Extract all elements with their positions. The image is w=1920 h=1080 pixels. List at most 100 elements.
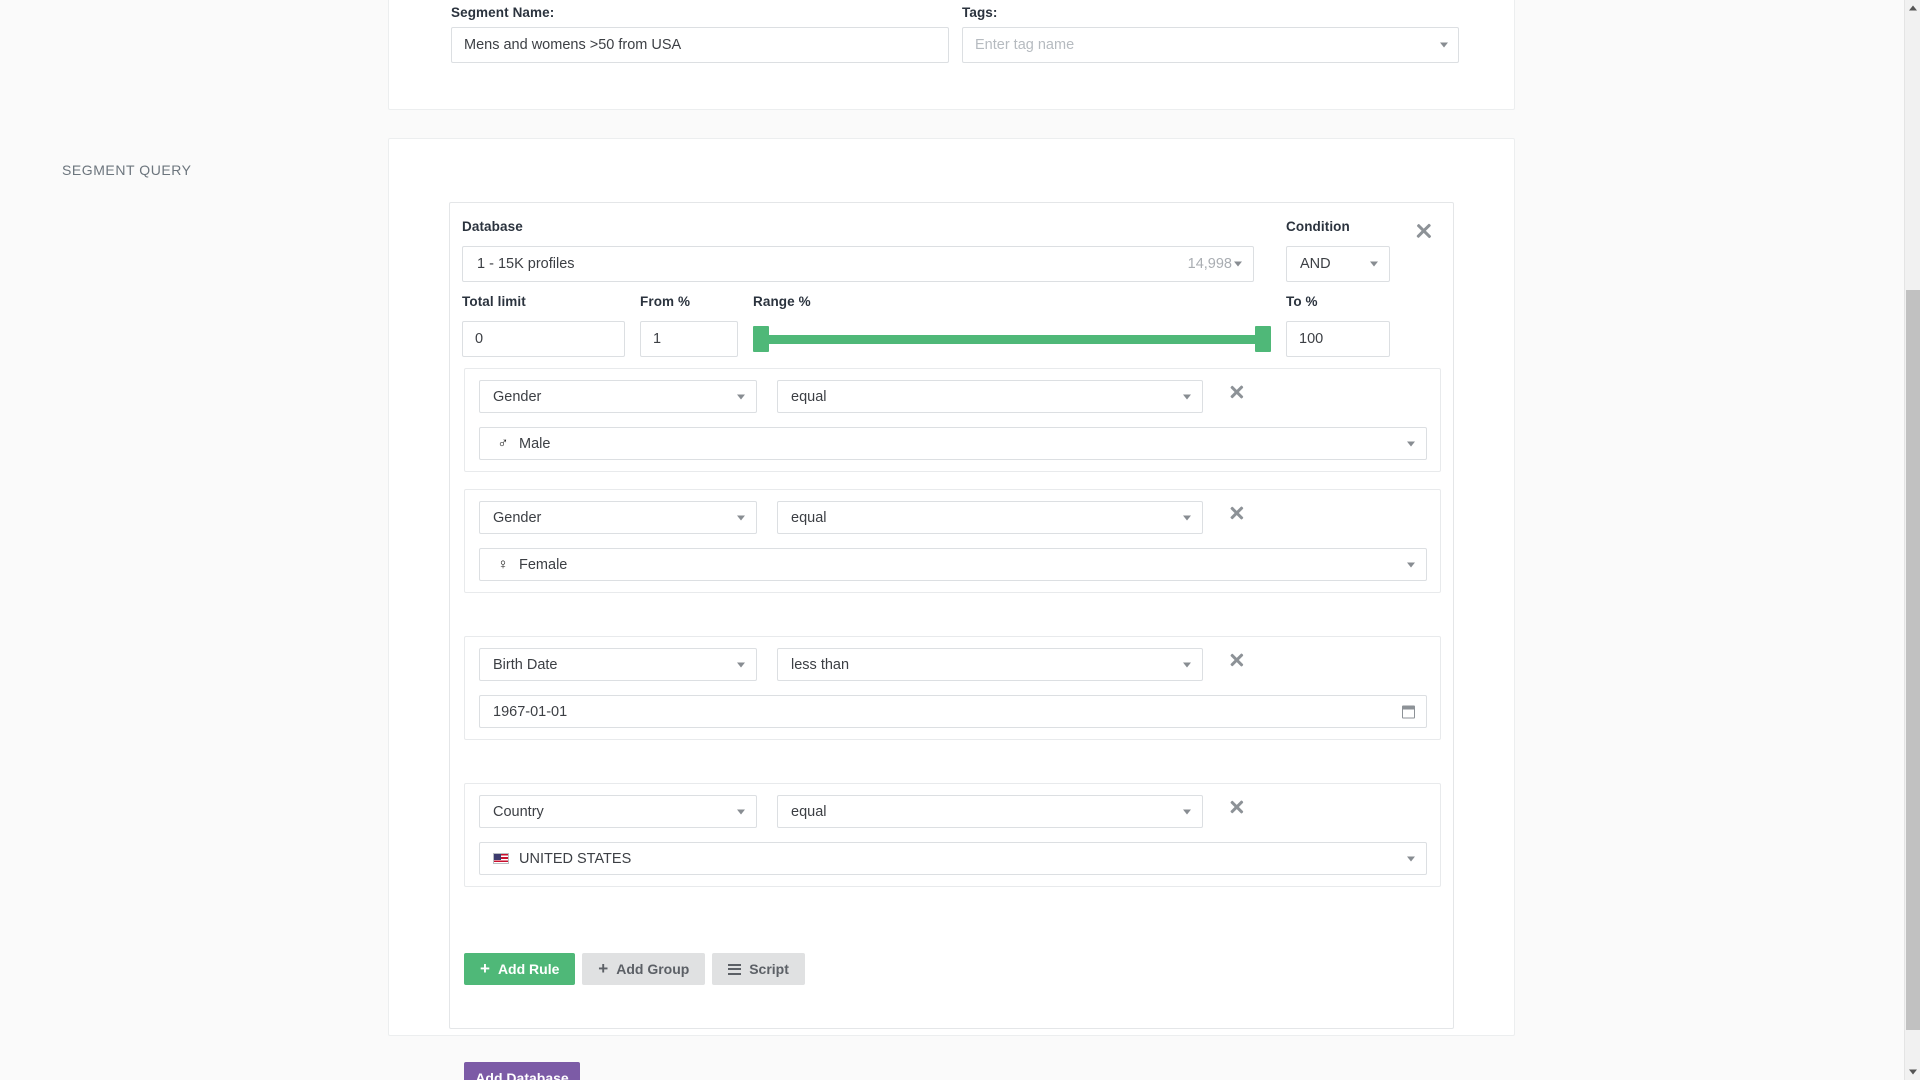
rule-operator-value: less than xyxy=(791,656,850,673)
rule-field-select[interactable]: Gender xyxy=(479,380,757,413)
script-button[interactable]: Script xyxy=(712,953,805,985)
add-rule-button[interactable]: + Add Rule xyxy=(464,953,576,985)
rule-operator-value: equal xyxy=(791,803,827,820)
section-title-segment-query: SEGMENT QUERY xyxy=(62,162,192,178)
rule-value-select[interactable]: UNITED STATES xyxy=(479,842,1427,875)
chevron-down-icon xyxy=(1183,809,1191,814)
chevron-down-icon xyxy=(737,394,745,399)
remove-rule-button[interactable] xyxy=(1227,503,1247,523)
range-percent-slider[interactable] xyxy=(753,326,1271,352)
to-percent-input[interactable] xyxy=(1286,321,1390,357)
tags-input[interactable] xyxy=(962,27,1459,63)
scroll-down-arrow-icon[interactable] xyxy=(1905,1064,1920,1080)
database-select[interactable]: 1 - 15K profiles 14,998 xyxy=(462,246,1254,282)
rule-field-select[interactable]: Country xyxy=(479,795,757,828)
remove-rule-button[interactable] xyxy=(1227,650,1247,670)
rule-field-select[interactable]: Birth Date xyxy=(479,648,757,681)
rule-field-value: Birth Date xyxy=(493,656,558,673)
plus-icon: + xyxy=(598,958,609,978)
tags-group: Tags: xyxy=(962,5,1459,63)
range-slider-handle-from[interactable] xyxy=(753,326,769,352)
range-percent-label: Range % xyxy=(753,294,811,309)
calendar-icon[interactable] xyxy=(1402,705,1415,718)
scroll-up-arrow-icon[interactable] xyxy=(1905,0,1920,16)
range-slider-handle-to[interactable] xyxy=(1255,326,1271,352)
rule-header: Country equal xyxy=(465,784,1440,836)
rule-operator-select[interactable]: equal xyxy=(777,501,1203,534)
close-icon xyxy=(1227,382,1247,402)
condition-select[interactable]: AND xyxy=(1286,246,1390,282)
rule-value-select[interactable]: ♀︎ Female xyxy=(479,548,1427,581)
rule-header: Gender equal xyxy=(465,369,1440,421)
segment-name-input[interactable] xyxy=(451,27,949,63)
rule-operator-select[interactable]: equal xyxy=(777,795,1203,828)
us-flag-icon xyxy=(493,853,509,864)
chevron-down-icon xyxy=(737,662,745,667)
database-group: Database 1 - 15K profiles 14,998 Conditi… xyxy=(449,202,1454,1029)
close-icon xyxy=(1227,503,1247,523)
chevron-down-icon xyxy=(1183,394,1191,399)
add-group-label: Add Group xyxy=(616,961,690,977)
chevron-down-icon xyxy=(1183,515,1191,520)
database-profile-count: 14,998 xyxy=(1187,256,1232,272)
segment-name-group: Segment Name: xyxy=(451,5,949,63)
rule-operator-select[interactable]: equal xyxy=(777,380,1203,413)
rule-value-text: UNITED STATES xyxy=(519,850,632,867)
list-icon xyxy=(728,963,742,975)
plus-icon: + xyxy=(480,958,490,978)
rule-value-text: Female xyxy=(519,556,568,573)
rule-value-text: Male xyxy=(519,435,551,452)
total-limit-input[interactable] xyxy=(462,321,625,357)
chevron-down-icon xyxy=(1234,261,1242,267)
rule-operator-value: equal xyxy=(791,509,827,526)
to-percent-label: To % xyxy=(1286,294,1318,309)
segment-name-card: Segment Name: Tags: xyxy=(388,0,1515,110)
add-group-button[interactable]: + Add Group xyxy=(582,953,706,985)
rule-row: Country equal UNITED STATES xyxy=(464,783,1441,887)
rule-operator-value: equal xyxy=(791,388,827,405)
add-database-button[interactable]: Add Database xyxy=(464,1062,580,1080)
tags-select-wrapper xyxy=(962,27,1459,63)
remove-rule-button[interactable] xyxy=(1227,797,1247,817)
rule-field-select[interactable]: Gender xyxy=(479,501,757,534)
rule-value-select[interactable]: ♂︎ Male xyxy=(479,427,1427,460)
female-person-icon: ♀︎ xyxy=(497,556,509,573)
script-label: Script xyxy=(749,961,789,977)
rule-operator-select[interactable]: less than xyxy=(777,648,1203,681)
add-rule-label: Add Rule xyxy=(497,961,560,977)
from-percent-label: From % xyxy=(640,294,691,309)
rule-field-value: Country xyxy=(493,803,544,820)
scrollbar-thumb[interactable] xyxy=(1906,290,1920,1030)
vertical-scrollbar[interactable] xyxy=(1904,0,1920,1080)
rule-header: Gender equal xyxy=(465,490,1440,542)
rule-date-input[interactable]: 1967-01-01 xyxy=(479,695,1427,728)
chevron-down-icon xyxy=(737,515,745,520)
male-person-icon: ♂︎ xyxy=(497,435,509,452)
rule-field-value: Gender xyxy=(493,388,542,405)
condition-label: Condition xyxy=(1286,219,1350,234)
rule-field-value: Gender xyxy=(493,509,542,526)
database-label: Database xyxy=(462,219,523,234)
rule-header: Birth Date less than xyxy=(465,637,1440,689)
remove-database-button[interactable] xyxy=(1413,220,1435,242)
condition-select-value: AND xyxy=(1300,256,1331,272)
database-select-value: 1 - 15K profiles xyxy=(477,256,575,272)
from-percent-input[interactable] xyxy=(640,321,738,357)
segment-builder-page: Segment Name: Tags: SEGMENT QUERY Databa… xyxy=(0,0,1920,1080)
range-slider-track xyxy=(761,335,1263,344)
chevron-down-icon xyxy=(1370,261,1378,267)
rule-value-text: 1967-01-01 xyxy=(493,703,568,720)
rule-row: Gender equal ♀︎ Female xyxy=(464,489,1441,593)
rule-actions-toolbar: + Add Rule + Add Group Script xyxy=(464,953,808,985)
tags-label: Tags: xyxy=(962,5,998,20)
segment-name-label: Segment Name: xyxy=(451,5,555,20)
close-icon xyxy=(1227,650,1247,670)
chevron-down-icon xyxy=(737,809,745,814)
rule-row: Birth Date less than 1967-01-01 xyxy=(464,636,1441,740)
close-icon xyxy=(1227,797,1247,817)
total-limit-label: Total limit xyxy=(462,294,526,309)
rule-row: Gender equal ♂︎ Male xyxy=(464,368,1441,472)
chevron-down-icon xyxy=(1183,662,1191,667)
close-icon xyxy=(1413,220,1435,242)
remove-rule-button[interactable] xyxy=(1227,382,1247,402)
